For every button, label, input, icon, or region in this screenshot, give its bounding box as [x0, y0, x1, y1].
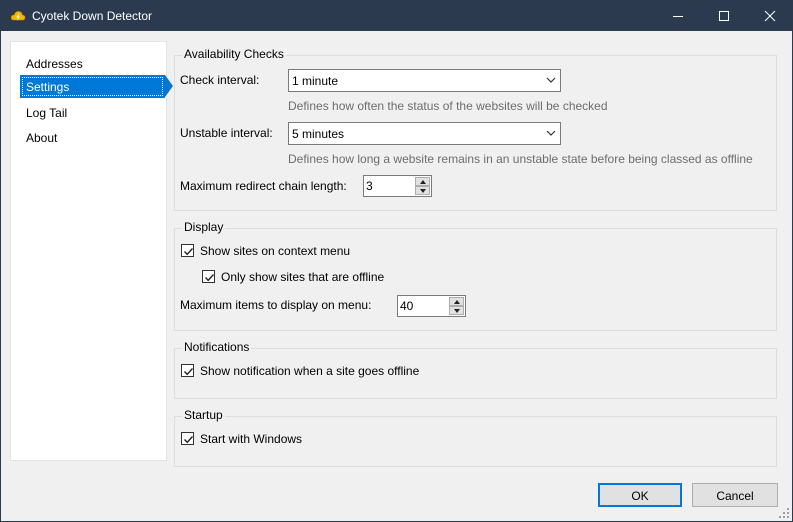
- checkmark-icon: [183, 368, 194, 376]
- minimize-button[interactable]: [655, 1, 701, 31]
- minimize-icon: [673, 16, 683, 17]
- availability-checks-group: Availability Checks Check interval: 1 mi…: [174, 47, 777, 211]
- sidebar-item-label: Addresses: [26, 57, 83, 71]
- sidebar-item-label: Log Tail: [26, 106, 68, 120]
- main-window: Cyotek Down Detector Addresses Settings: [0, 0, 793, 522]
- arrow-down-icon: [420, 189, 426, 193]
- only-offline-label: Only show sites that are offline: [221, 270, 385, 284]
- stepper-down-button[interactable]: [449, 306, 464, 315]
- sidebar-nav: Addresses Settings Log Tail About: [10, 41, 173, 461]
- resize-grip-icon[interactable]: [779, 508, 789, 518]
- group-title: Notifications: [182, 340, 252, 354]
- only-offline-checkbox[interactable]: Only show sites that are offline: [202, 269, 422, 285]
- display-group: Display Show sites on context menu Only …: [174, 220, 777, 331]
- sidebar-item-label: About: [26, 131, 58, 145]
- window-title: Cyotek Down Detector: [32, 9, 153, 23]
- check-interval-value: 1 minute: [292, 74, 339, 88]
- group-title: Display: [182, 220, 226, 234]
- group-title: Startup: [182, 408, 225, 422]
- check-interval-label: Check interval:: [180, 73, 260, 87]
- maximize-button[interactable]: [701, 1, 747, 31]
- startup-group: Startup Start with Windows: [174, 408, 777, 467]
- sidebar-item-label: Settings: [26, 80, 70, 94]
- group-title: Availability Checks: [182, 47, 286, 61]
- sidebar-item-log-tail[interactable]: Log Tail: [20, 101, 165, 124]
- check-interval-hint: Defines how often the status of the webs…: [288, 99, 608, 113]
- start-with-windows-checkbox[interactable]: Start with Windows: [181, 431, 381, 447]
- arrow-up-icon: [420, 180, 426, 184]
- close-icon: [764, 10, 776, 22]
- max-items-stepper[interactable]: 40: [397, 295, 466, 317]
- arrow-up-icon: [454, 300, 460, 304]
- max-items-label: Maximum items to display on menu:: [180, 298, 372, 312]
- check-interval-dropdown[interactable]: 1 minute: [288, 69, 561, 92]
- stepper-up-button[interactable]: [449, 297, 464, 306]
- redirect-chain-stepper[interactable]: 3: [363, 175, 432, 197]
- sidebar-item-addresses[interactable]: Addresses: [20, 52, 165, 75]
- unstable-interval-value: 5 minutes: [292, 127, 345, 141]
- redirect-chain-label: Maximum redirect chain length:: [180, 179, 347, 193]
- stepper-up-button[interactable]: [415, 177, 430, 186]
- unstable-interval-dropdown[interactable]: 5 minutes: [288, 122, 561, 145]
- cancel-button[interactable]: Cancel: [692, 483, 778, 507]
- notifications-group: Notifications Show notification when a s…: [174, 340, 777, 399]
- show-notification-checkbox[interactable]: Show notification when a site goes offli…: [181, 363, 481, 379]
- chevron-down-icon: [546, 77, 556, 83]
- show-sites-label: Show sites on context menu: [200, 244, 351, 258]
- maximize-icon: [719, 11, 729, 21]
- show-notification-label: Show notification when a site goes offli…: [200, 364, 420, 378]
- checkmark-icon: [183, 248, 194, 256]
- sidebar-item-about[interactable]: About: [20, 126, 165, 149]
- unstable-interval-hint: Defines how long a website remains in an…: [288, 152, 753, 166]
- arrow-down-icon: [454, 309, 460, 313]
- checkmark-icon: [204, 274, 215, 282]
- unstable-interval-label: Unstable interval:: [180, 126, 273, 140]
- ok-button[interactable]: OK: [598, 483, 682, 507]
- cloud-lightning-icon: [10, 9, 26, 23]
- start-with-windows-label: Start with Windows: [200, 432, 303, 446]
- show-sites-checkbox[interactable]: Show sites on context menu: [181, 243, 401, 259]
- chevron-down-icon: [546, 130, 556, 136]
- close-button[interactable]: [747, 1, 793, 31]
- redirect-chain-value: 3: [366, 179, 373, 193]
- stepper-down-button[interactable]: [415, 186, 430, 195]
- checkmark-icon: [183, 436, 194, 444]
- sidebar-item-settings[interactable]: Settings: [20, 75, 173, 98]
- title-bar[interactable]: Cyotek Down Detector: [1, 1, 792, 31]
- max-items-value: 40: [400, 299, 414, 313]
